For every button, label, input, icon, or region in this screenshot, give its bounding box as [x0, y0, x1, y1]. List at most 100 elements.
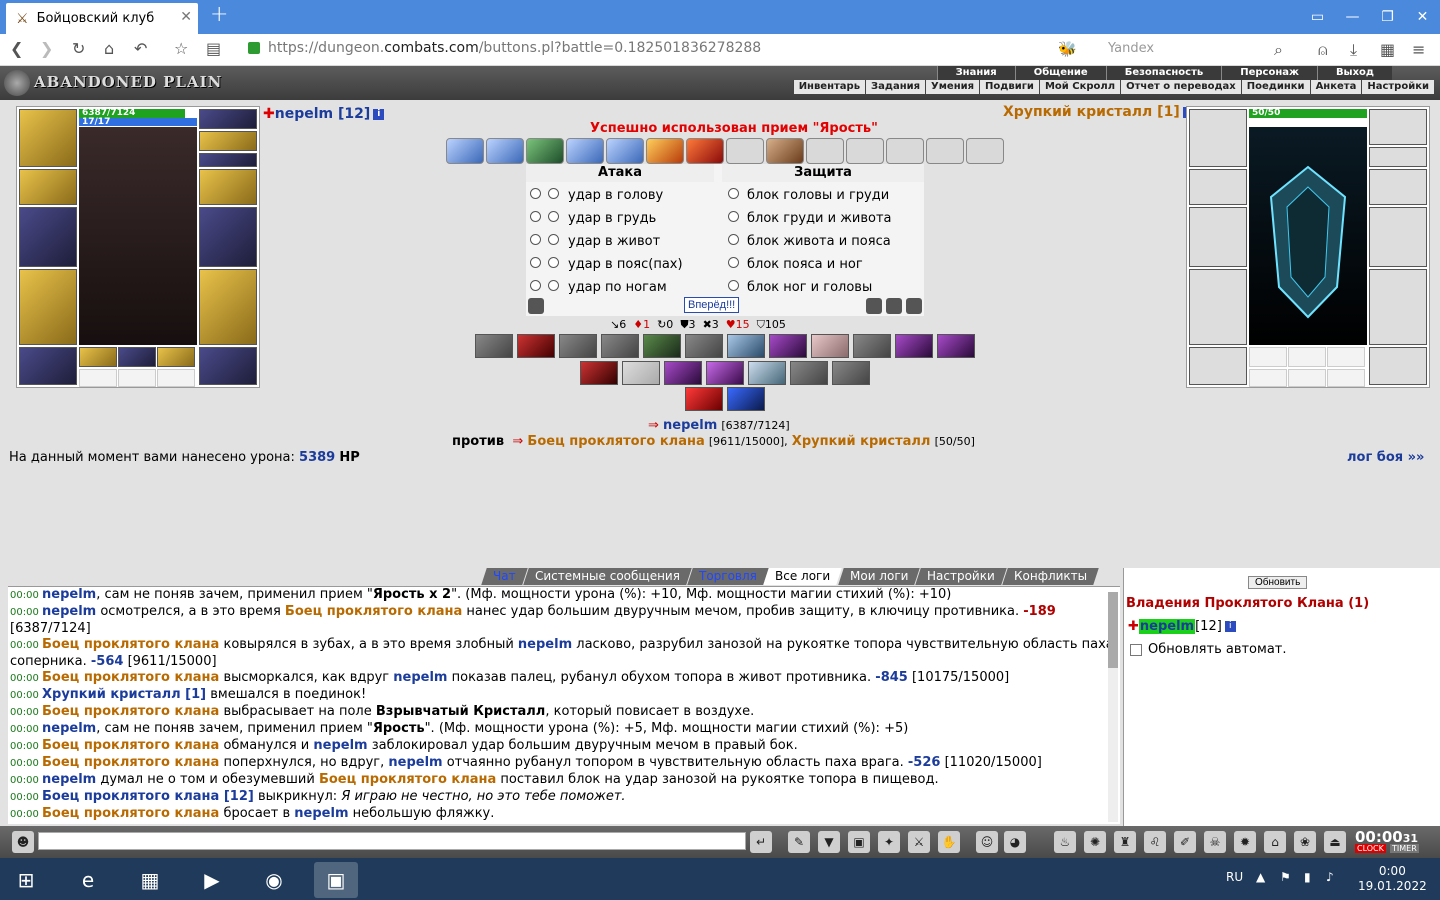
chat-icon[interactable]: ⍝: [1318, 40, 1328, 60]
opp-weapon-slot[interactable]: [1189, 207, 1247, 267]
menu-achievements[interactable]: Подвиги: [979, 80, 1039, 94]
block-chest-belly-radio[interactable]: [728, 211, 739, 222]
empty-slot-1[interactable]: [79, 369, 117, 387]
block-belly-belt-radio[interactable]: [728, 234, 739, 245]
member-name[interactable]: nepelm: [1138, 619, 1196, 634]
scroll-slot-10[interactable]: [806, 138, 844, 164]
opp-boots-slot[interactable]: [1369, 347, 1427, 385]
ability-20[interactable]: [685, 387, 723, 411]
opp-shield-slot[interactable]: [1369, 207, 1427, 267]
scroll-slot-3[interactable]: [526, 138, 564, 164]
ability-21[interactable]: [727, 387, 765, 411]
sack-icon[interactable]: ♨: [1054, 831, 1076, 853]
mask-icon[interactable]: ◕: [1004, 831, 1026, 853]
search-icon[interactable]: ⌕: [1274, 40, 1283, 60]
system-clock[interactable]: 0:00 19.01.2022: [1358, 864, 1427, 894]
ability-1[interactable]: [475, 334, 513, 358]
tab-conflicts[interactable]: Конфликты: [1002, 568, 1099, 585]
ability-12[interactable]: [937, 334, 975, 358]
offhand-gloves-slot[interactable]: [199, 169, 257, 205]
block-legs-head-radio[interactable]: [728, 280, 739, 291]
opp-amulet-slot[interactable]: [1369, 109, 1427, 145]
ie-icon[interactable]: e: [66, 862, 110, 898]
browser-app-icon[interactable]: ▣: [314, 862, 358, 898]
opp-ring-3[interactable]: [1327, 347, 1365, 367]
boots-slot[interactable]: [199, 347, 257, 385]
forward-icon[interactable]: ❯: [40, 39, 53, 58]
ability-2[interactable]: [517, 334, 555, 358]
leggings-slot[interactable]: [199, 269, 257, 345]
offhand-axe-slot[interactable]: [199, 207, 257, 267]
extension-bee-icon[interactable]: 🐝: [1058, 40, 1077, 58]
reader-icon[interactable]: ▤: [206, 39, 221, 58]
ability-5[interactable]: [643, 334, 681, 358]
bracers-slot[interactable]: [19, 169, 77, 205]
shield-strategy-icon-2[interactable]: [886, 298, 902, 314]
menu-skills[interactable]: Умения: [925, 80, 979, 94]
explorer-icon[interactable]: ▦: [128, 862, 172, 898]
start-button-icon[interactable]: ⊞: [4, 862, 48, 898]
opp-empty-3[interactable]: [1327, 369, 1365, 387]
scroll-slot-13[interactable]: [926, 138, 964, 164]
ability-6[interactable]: [685, 334, 723, 358]
scroll-slot-7[interactable]: [686, 138, 724, 164]
player-name-label[interactable]: ✚nepelm [12] i: [263, 106, 385, 122]
belt-item-slot[interactable]: [199, 153, 257, 167]
fighter-icon[interactable]: ✦: [878, 831, 900, 853]
media-player-icon[interactable]: ▶: [190, 862, 234, 898]
ring-slot-1[interactable]: [79, 347, 117, 367]
undo-close-icon[interactable]: ↶: [134, 39, 147, 58]
house-icon[interactable]: ⌂: [1264, 831, 1286, 853]
block-head-chest-radio[interactable]: [728, 188, 739, 199]
smiley-icon[interactable]: ☺: [976, 831, 998, 853]
ability-17[interactable]: [748, 361, 786, 385]
browser-tab[interactable]: ⚔ Бойцовский клуб ✕: [6, 3, 198, 34]
ability-16[interactable]: [706, 361, 744, 385]
menu-icon[interactable]: ≡: [1412, 40, 1425, 59]
opp-gloves-slot[interactable]: [1369, 169, 1427, 205]
menu-profile[interactable]: Анкета: [1309, 80, 1362, 94]
attack-belly-radio-a[interactable]: [530, 234, 541, 245]
attack-head-radio-b[interactable]: [548, 188, 559, 199]
menu-communication[interactable]: Общение: [1014, 66, 1106, 80]
menu-battles[interactable]: Поединки: [1240, 80, 1310, 94]
menu-my-scroll[interactable]: Мой Скролл: [1038, 80, 1120, 94]
menu-character[interactable]: Персонаж: [1221, 66, 1317, 80]
weapon-axe-slot[interactable]: [19, 207, 77, 267]
shield-strategy-icon-1[interactable]: [866, 298, 882, 314]
attack-legs-radio-a[interactable]: [530, 280, 541, 291]
send-icon[interactable]: ↵: [750, 831, 772, 853]
opp-belt-slot[interactable]: [1189, 347, 1247, 385]
gloves-slot[interactable]: [19, 347, 77, 385]
auto-refresh-checkbox[interactable]: [1130, 643, 1142, 656]
crystal-avatar[interactable]: [1249, 127, 1367, 345]
network-icon[interactable]: ▮: [1304, 870, 1311, 884]
opponent-name-label[interactable]: Хрупкий кристалл [1]i: [1003, 104, 1194, 120]
chat-scroll-thumb[interactable]: [1108, 592, 1118, 668]
ability-7[interactable]: [727, 334, 765, 358]
scroll-slot-4[interactable]: [566, 138, 604, 164]
ability-3[interactable]: [559, 334, 597, 358]
tab-system[interactable]: Системные сообщения: [522, 568, 692, 585]
attack-groin-radio-b[interactable]: [548, 257, 559, 268]
spider-icon[interactable]: ✹: [1234, 831, 1256, 853]
tab-chat[interactable]: Чат: [481, 568, 528, 585]
ability-8[interactable]: [769, 334, 807, 358]
close-window-icon[interactable]: ✕: [1405, 0, 1440, 34]
ability-14[interactable]: [622, 361, 660, 385]
home-icon[interactable]: ⌂: [104, 39, 114, 58]
player-avatar[interactable]: [79, 127, 197, 345]
menu-inventory[interactable]: Инвентарь: [792, 80, 865, 94]
ability-15[interactable]: [664, 361, 702, 385]
enemy-2-name[interactable]: Хрупкий кристалл: [792, 434, 931, 449]
amulet-slot[interactable]: [199, 131, 257, 151]
attack-chest-radio-b[interactable]: [548, 211, 559, 222]
scroll-icon[interactable]: ✐: [1174, 831, 1196, 853]
scroll-slot-2[interactable]: [486, 138, 524, 164]
scroll-slot-1[interactable]: [446, 138, 484, 164]
reload-icon[interactable]: ↻: [72, 39, 85, 58]
opp-leggings-slot[interactable]: [1369, 269, 1427, 345]
chat-input[interactable]: [38, 832, 746, 850]
ability-10[interactable]: [853, 334, 891, 358]
chrome-icon[interactable]: ◉: [252, 862, 296, 898]
